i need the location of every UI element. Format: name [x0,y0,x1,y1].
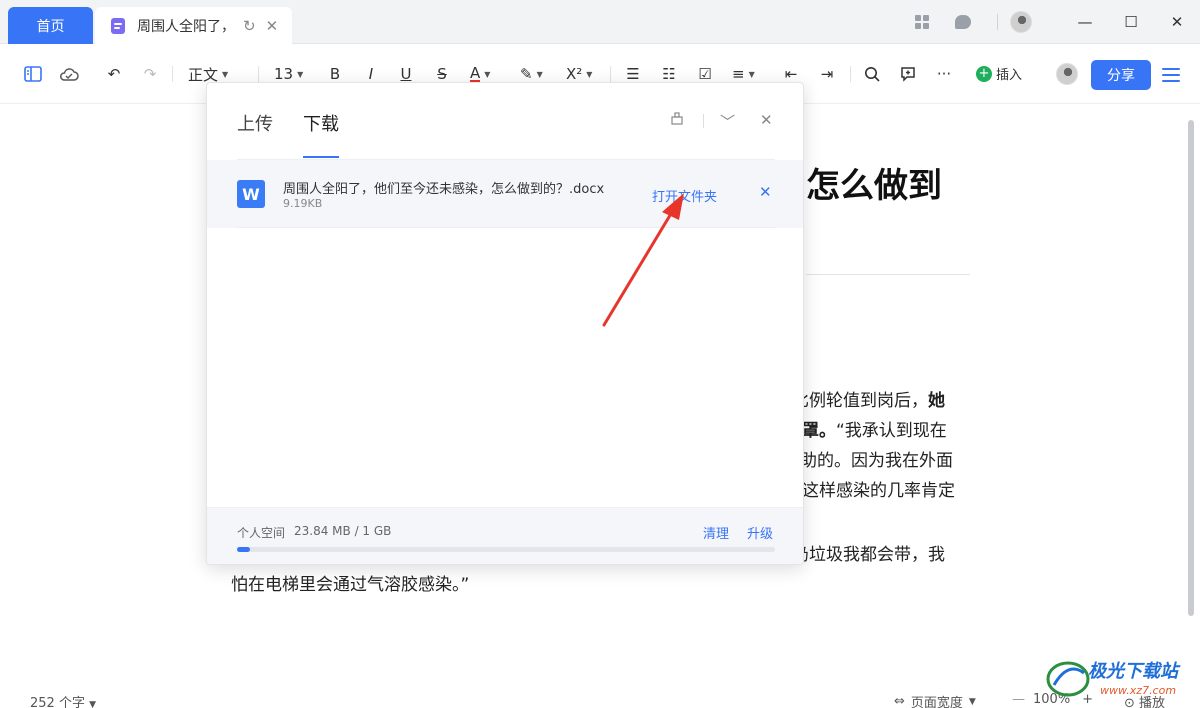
title-bar: 首页 周围人全阳了， ↻ ✕ — ☐ ✕ [0,0,1200,44]
close-window-button[interactable]: ✕ [1154,6,1200,38]
paragraph-line: 扔垃圾我都会带，我 [792,545,945,565]
comment-icon[interactable] [898,63,918,85]
more-icon[interactable]: ··· [934,63,954,85]
indent-icon[interactable]: ⇥ [818,63,836,85]
file-name: 周围人全阳了，他们至今还未感染，怎么做到的？.docx [283,182,605,197]
paragraph-line: 助的。因为我在外面 [800,451,953,471]
tab-upload[interactable]: 上传 [237,110,273,136]
tab-download[interactable]: 下载 [303,110,339,136]
open-folder-link[interactable]: 打开文件夹 [652,186,717,205]
divider [850,66,851,82]
transfer-panel: 上传 下载 ﹀ ✕ W 周围人全阳了，他们至今还未感染，怎么做到的？.docx … [206,82,804,565]
zoom-out-icon[interactable]: — [1012,692,1025,707]
insert-label: 插入 [996,68,1023,83]
maximize-button[interactable]: ☐ [1108,6,1154,38]
watermark-text: 极光下载站 [1088,661,1178,682]
tab-close-icon[interactable]: ✕ [266,17,279,35]
outline-panel-icon[interactable] [22,63,44,85]
document-title: 怎么做到 [806,166,942,206]
document-icon [111,17,125,34]
close-panel-icon[interactable]: ✕ [760,111,773,129]
paragraph-line: 怕在电梯里会通过气溶胶感染。” [231,575,470,595]
download-item[interactable]: W 周围人全阳了，他们至今还未感染，怎么做到的？.docx 9.19KB 打开文… [207,160,803,228]
storage-progress-bar [237,547,775,552]
page-width-icon: ⇔ [894,694,905,708]
upgrade-link[interactable]: 升级 [747,523,773,542]
divider [997,14,998,30]
redo-icon[interactable]: ↷ [140,63,160,85]
user-avatar[interactable] [1010,11,1032,33]
watermark-url: www.xz7.com [1100,684,1177,697]
remove-item-icon[interactable]: ✕ [759,183,772,201]
divider [703,114,704,128]
chevron-down-icon: ▼ [222,69,229,79]
window-controls: — ☐ ✕ [915,0,1200,44]
word-file-icon: W [237,180,265,208]
scrollbar-thumb[interactable] [1188,120,1194,616]
storage-footer: 个人空间 23.84 MB / 1 GB 清理 升级 [207,507,803,564]
clean-link[interactable]: 清理 [703,523,729,542]
divider [610,66,611,82]
chevron-down-icon: ▼ [297,69,304,79]
search-icon[interactable] [862,63,882,85]
clear-list-icon[interactable] [670,111,684,129]
undo-icon[interactable]: ↶ [104,63,124,85]
apps-grid-icon[interactable] [915,15,929,29]
cloud-sync-icon[interactable] [58,63,80,85]
divider [172,66,173,82]
storage-label: 个人空间 [237,526,286,540]
paragraph-line: 罩。“我承认到现在 [802,421,947,441]
collapse-icon[interactable]: ﹀ [720,111,735,132]
status-bar: 252 个字 ▼ ⇔ 页面宽度 ▼ —100% + ⊙ 播放 [0,688,1200,708]
divider [237,227,775,228]
tab-home[interactable]: 首页 [8,7,93,44]
collaborator-avatar[interactable] [1056,63,1078,85]
tab-document[interactable]: 周围人全阳了， ↻ ✕ [95,7,292,44]
active-tab-indicator [303,156,339,158]
tab-document-title: 周围人全阳了， [137,18,233,35]
share-button[interactable]: 分享 [1091,60,1151,90]
message-icon[interactable] [955,15,971,29]
font-size-value: 13 [274,65,294,83]
divider [258,66,259,82]
paragraph-line: 比例轮值到岗后，她 [792,391,945,411]
minimize-button[interactable]: — [1062,6,1108,38]
refresh-icon[interactable]: ↻ [243,17,256,35]
word-count[interactable]: 252 个字 ▼ [30,692,96,708]
storage-usage: 23.84 MB / 1 GB [294,524,392,538]
paragraph-line: 这样感染的几率肯定 [802,481,955,501]
plus-icon: + [976,65,992,82]
insert-button[interactable]: + 插入 [976,64,1022,83]
title-divider [806,274,970,275]
storage-progress-fill [237,547,250,552]
page-width-dropdown[interactable]: ⇔ 页面宽度 ▼ [894,692,976,708]
file-size: 9.19KB [283,197,323,210]
menu-icon[interactable] [1162,68,1180,82]
